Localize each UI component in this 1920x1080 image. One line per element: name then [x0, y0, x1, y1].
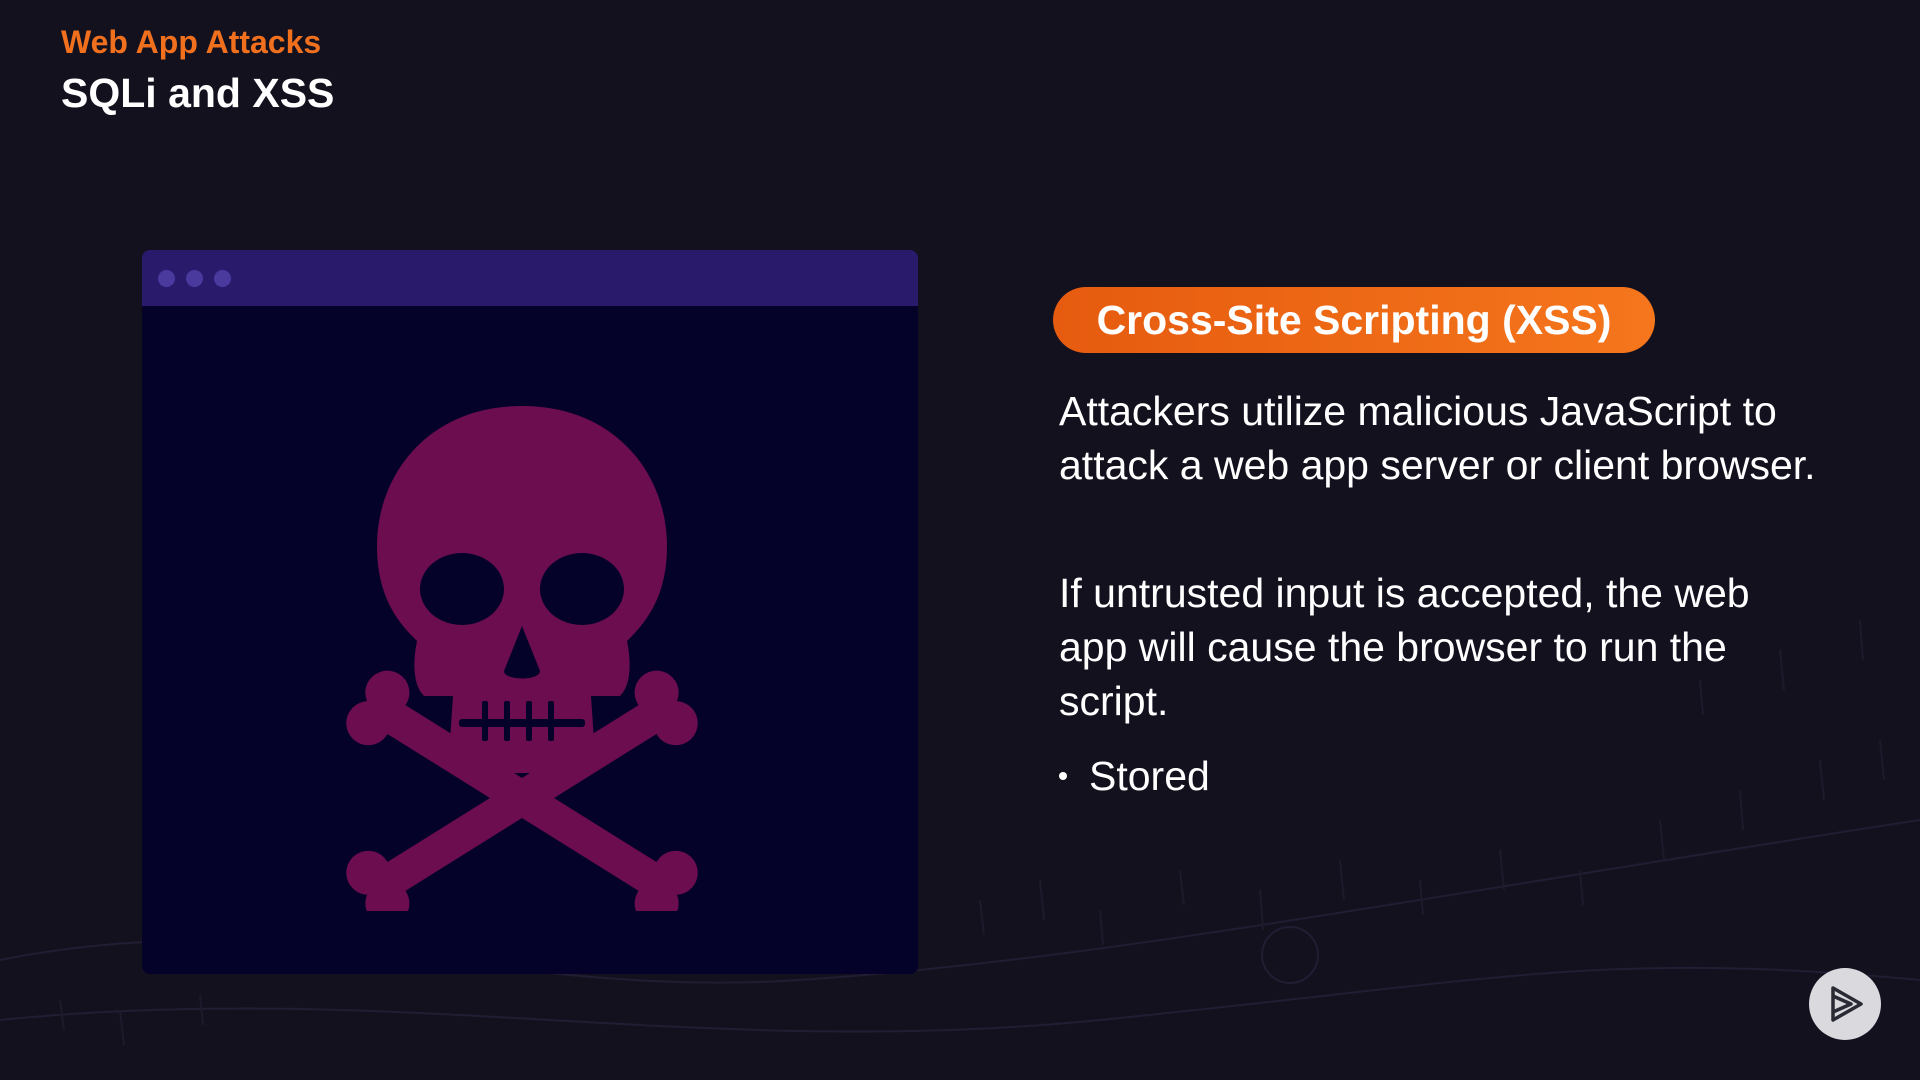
slide-title: SQLi and XSS	[61, 70, 335, 116]
section-eyebrow: Web App Attacks	[61, 24, 322, 60]
paragraph-untrusted-input: If untrusted input is accepted, the web …	[1059, 570, 1750, 724]
window-dot	[186, 270, 203, 287]
topic-pill: Cross-Site Scripting (XSS)	[1053, 287, 1655, 353]
browser-window-illustration	[142, 250, 918, 974]
slide: Web App Attacks SQLi and XSS Cross-Site …	[0, 0, 1920, 1080]
bullet-icon	[1059, 772, 1067, 780]
skull-crossbones-icon	[346, 406, 698, 911]
paragraph-description: Attackers utilize malicious JavaScript t…	[1059, 388, 1816, 488]
window-dot	[214, 270, 231, 287]
browser-titlebar	[142, 250, 918, 306]
play-logo-icon[interactable]	[1809, 968, 1881, 1040]
play-triangle-icon	[1831, 986, 1863, 1022]
window-dot	[158, 270, 175, 287]
browser-body	[142, 306, 918, 974]
list-item-label: Stored	[1089, 753, 1210, 799]
list-item: Stored	[1059, 749, 1210, 803]
